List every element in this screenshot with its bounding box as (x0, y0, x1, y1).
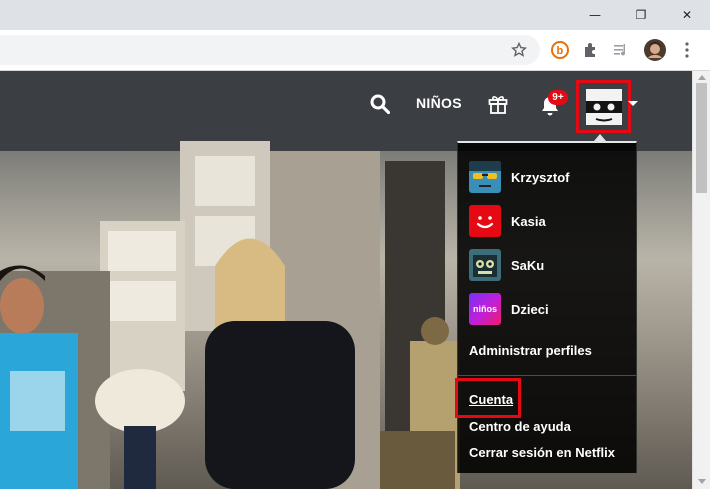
kids-link[interactable]: NIÑOS (416, 95, 462, 111)
dropdown-pointer (594, 134, 606, 141)
robber-avatar-icon (585, 88, 622, 125)
address-bar[interactable] (0, 35, 540, 65)
profile-item-kasia[interactable]: Kasia (469, 205, 629, 237)
robot-avatar-icon (469, 249, 501, 281)
restore-button[interactable]: ❐ (618, 0, 664, 30)
profile-item-saku[interactable]: SaKu (469, 249, 629, 281)
scroll-up-arrow[interactable] (698, 75, 706, 80)
gift-icon[interactable] (486, 92, 510, 116)
profile-item-dzieci[interactable]: niños Dzieci (469, 293, 629, 325)
star-icon[interactable] (507, 38, 531, 62)
puzzle-icon[interactable] (579, 38, 603, 62)
red-smile-avatar-icon (469, 205, 501, 237)
kids-avatar-icon: niños (469, 293, 501, 325)
scroll-down-arrow[interactable] (698, 479, 706, 484)
svg-text:b: b (557, 45, 564, 57)
chevron-down-icon[interactable] (628, 101, 638, 106)
manage-profiles-link[interactable]: Administrar perfiles (469, 343, 592, 358)
sunglasses-avatar-icon (469, 161, 501, 193)
page-scrollbar[interactable] (692, 71, 710, 489)
media-icon[interactable] (609, 38, 633, 62)
extension-b-icon[interactable]: b (548, 38, 572, 62)
profile-name: Krzysztof (511, 169, 570, 185)
help-center-link[interactable]: Centro de ayuda (469, 419, 571, 434)
browser-toolbar: b (0, 30, 710, 71)
account-highlight-box (455, 378, 521, 418)
browser-titlebar: — ❐ ✕ (0, 0, 710, 30)
scroll-thumb[interactable] (696, 83, 707, 193)
close-button[interactable]: ✕ (664, 0, 710, 30)
notifications-badge: 9+ (548, 90, 568, 105)
profile-name: Dzieci (511, 301, 549, 317)
profile-dropdown: Krzysztof Kasia SaKu niños Dzieci Admini… (457, 141, 637, 473)
menu-divider (458, 375, 636, 376)
profile-menu-button[interactable] (576, 80, 631, 133)
profile-name: SaKu (511, 257, 545, 273)
kids-avatar-text: niños (473, 304, 497, 314)
search-icon[interactable] (369, 93, 391, 115)
more-icon[interactable] (675, 38, 699, 62)
avatar[interactable] (643, 38, 667, 62)
profile-name: Kasia (511, 213, 546, 229)
sign-out-link[interactable]: Cerrar sesión en Netflix (469, 445, 615, 460)
profile-item-krzysztof[interactable]: Krzysztof (469, 161, 629, 193)
minimize-button[interactable]: — (572, 0, 618, 30)
